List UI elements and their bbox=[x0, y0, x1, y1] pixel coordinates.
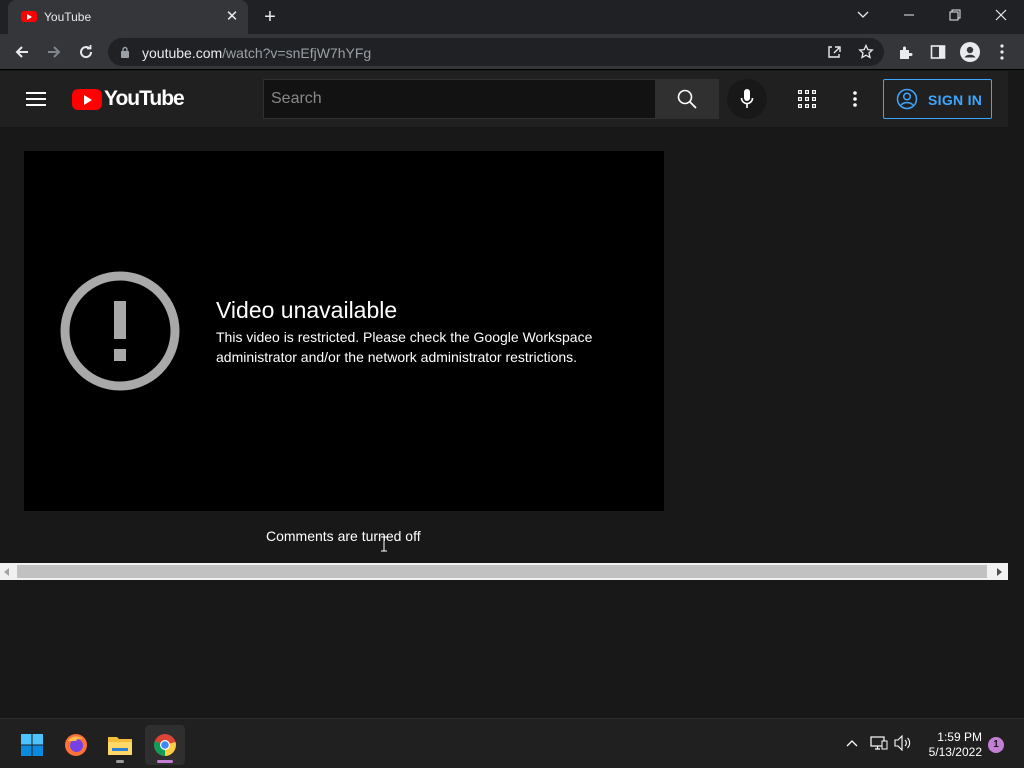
windows-taskbar: 1:59 PM 5/13/2022 1 bbox=[0, 718, 1024, 768]
error-message: This video is restricted. Please check t… bbox=[216, 327, 636, 367]
lock-icon[interactable] bbox=[120, 46, 130, 58]
minimize-button[interactable] bbox=[886, 0, 932, 30]
error-message-line-2: administrator and/or the network adminis… bbox=[216, 349, 578, 365]
search-button[interactable] bbox=[655, 79, 719, 119]
sign-in-label: SIGN IN bbox=[928, 92, 983, 108]
voice-search-button[interactable] bbox=[727, 79, 767, 119]
tab-close-icon[interactable]: ✕ bbox=[222, 7, 242, 27]
video-player[interactable]: Video unavailable This video is restrict… bbox=[24, 151, 664, 511]
microphone-icon bbox=[740, 89, 754, 108]
apps-grid-icon[interactable] bbox=[795, 87, 819, 111]
sign-in-button[interactable]: SIGN IN bbox=[883, 79, 992, 119]
back-arrow-icon bbox=[15, 46, 28, 58]
taskbar-file-explorer[interactable] bbox=[100, 725, 140, 765]
url-text: youtube.com/watch?v=snEfjW7hYFg bbox=[142, 45, 372, 61]
guide-menu-icon[interactable] bbox=[26, 92, 46, 106]
active-indicator bbox=[157, 760, 173, 763]
horizontal-scrollbar[interactable] bbox=[0, 563, 1008, 580]
forward-button[interactable] bbox=[40, 38, 68, 66]
clock-time: 1:59 PM bbox=[937, 730, 982, 744]
taskbar-chrome[interactable] bbox=[145, 725, 185, 765]
browser-tab-youtube[interactable]: YouTube ✕ bbox=[8, 0, 248, 34]
forward-arrow-icon bbox=[48, 46, 61, 58]
chrome-menu-icon[interactable] bbox=[992, 42, 1012, 62]
empty-page-area bbox=[0, 580, 1024, 716]
clock-date: 5/13/2022 bbox=[928, 745, 982, 759]
reload-icon bbox=[80, 45, 93, 59]
firefox-icon bbox=[65, 734, 87, 756]
youtube-logo-icon[interactable] bbox=[72, 89, 102, 110]
running-indicator bbox=[116, 760, 124, 763]
settings-more-icon[interactable] bbox=[843, 87, 867, 111]
search-icon bbox=[677, 89, 697, 109]
bookmark-star-icon[interactable] bbox=[858, 44, 874, 60]
account-circle-icon bbox=[896, 88, 918, 110]
window-close-button[interactable] bbox=[978, 0, 1024, 30]
tab-search-chevron-icon[interactable] bbox=[840, 0, 886, 30]
network-icon[interactable] bbox=[870, 734, 888, 752]
error-message-line-1: This video is restricted. Please check t… bbox=[216, 329, 593, 345]
scroll-right-arrow-icon[interactable] bbox=[997, 568, 1002, 576]
reload-button[interactable] bbox=[72, 38, 100, 66]
exclamation-alert-icon bbox=[60, 271, 180, 391]
taskbar-clock[interactable]: 1:59 PM 5/13/2022 bbox=[922, 730, 982, 760]
chrome-icon bbox=[154, 734, 176, 756]
profile-avatar-icon[interactable] bbox=[960, 42, 980, 62]
share-icon[interactable] bbox=[826, 44, 842, 60]
address-bar[interactable]: youtube.com/watch?v=snEfjW7hYFg bbox=[108, 38, 884, 66]
scrollbar-thumb[interactable] bbox=[17, 565, 987, 578]
comments-status: Comments are turned off bbox=[266, 528, 421, 544]
youtube-favicon-icon bbox=[21, 11, 37, 22]
volume-icon[interactable] bbox=[894, 734, 912, 752]
search-input[interactable] bbox=[264, 80, 655, 118]
vertical-scroll-track bbox=[1008, 71, 1024, 563]
search-box bbox=[263, 79, 656, 119]
side-panel-icon[interactable] bbox=[928, 42, 948, 62]
new-tab-button[interactable]: + bbox=[258, 5, 282, 29]
scroll-left-arrow-icon[interactable] bbox=[4, 568, 9, 576]
youtube-masthead: YouTube Search SIGN IN bbox=[0, 71, 1008, 127]
youtube-wordmark[interactable]: YouTube bbox=[104, 87, 185, 111]
text-cursor-icon bbox=[381, 536, 387, 552]
error-title: Video unavailable bbox=[216, 297, 398, 323]
browser-tab-bar: YouTube ✕ + bbox=[0, 0, 1024, 34]
folder-icon bbox=[108, 737, 132, 755]
restore-button[interactable] bbox=[932, 0, 978, 30]
browser-toolbar: youtube.com/watch?v=snEfjW7hYFg bbox=[0, 34, 1024, 70]
notification-badge[interactable]: 1 bbox=[988, 737, 1004, 753]
show-hidden-icons-chevron-icon[interactable] bbox=[843, 734, 861, 752]
extensions-icon[interactable] bbox=[896, 42, 916, 62]
tab-title: YouTube bbox=[44, 10, 92, 24]
back-button[interactable] bbox=[8, 38, 36, 66]
windows-logo-icon bbox=[21, 734, 43, 756]
start-button[interactable] bbox=[12, 725, 52, 765]
taskbar-firefox[interactable] bbox=[56, 725, 96, 765]
